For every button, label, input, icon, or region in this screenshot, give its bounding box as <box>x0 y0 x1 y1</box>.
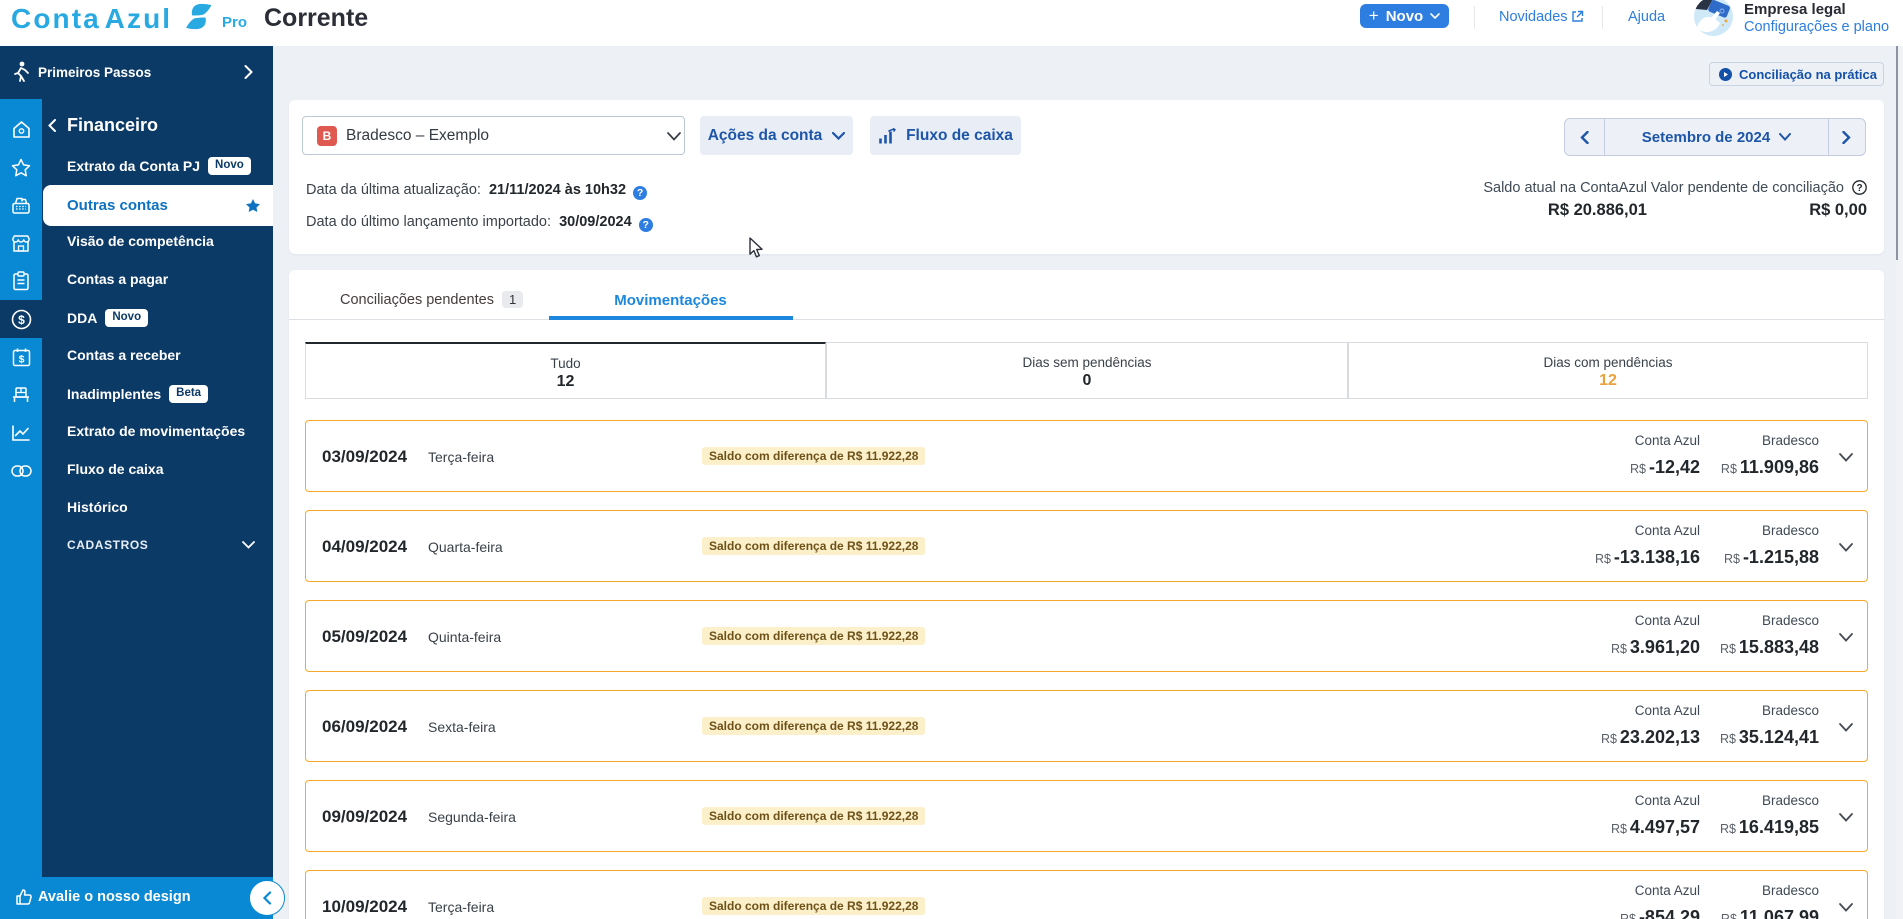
svg-text:$: $ <box>18 354 24 366</box>
svg-text:$: $ <box>18 313 25 327</box>
svg-text:?: ? <box>1856 183 1862 194</box>
